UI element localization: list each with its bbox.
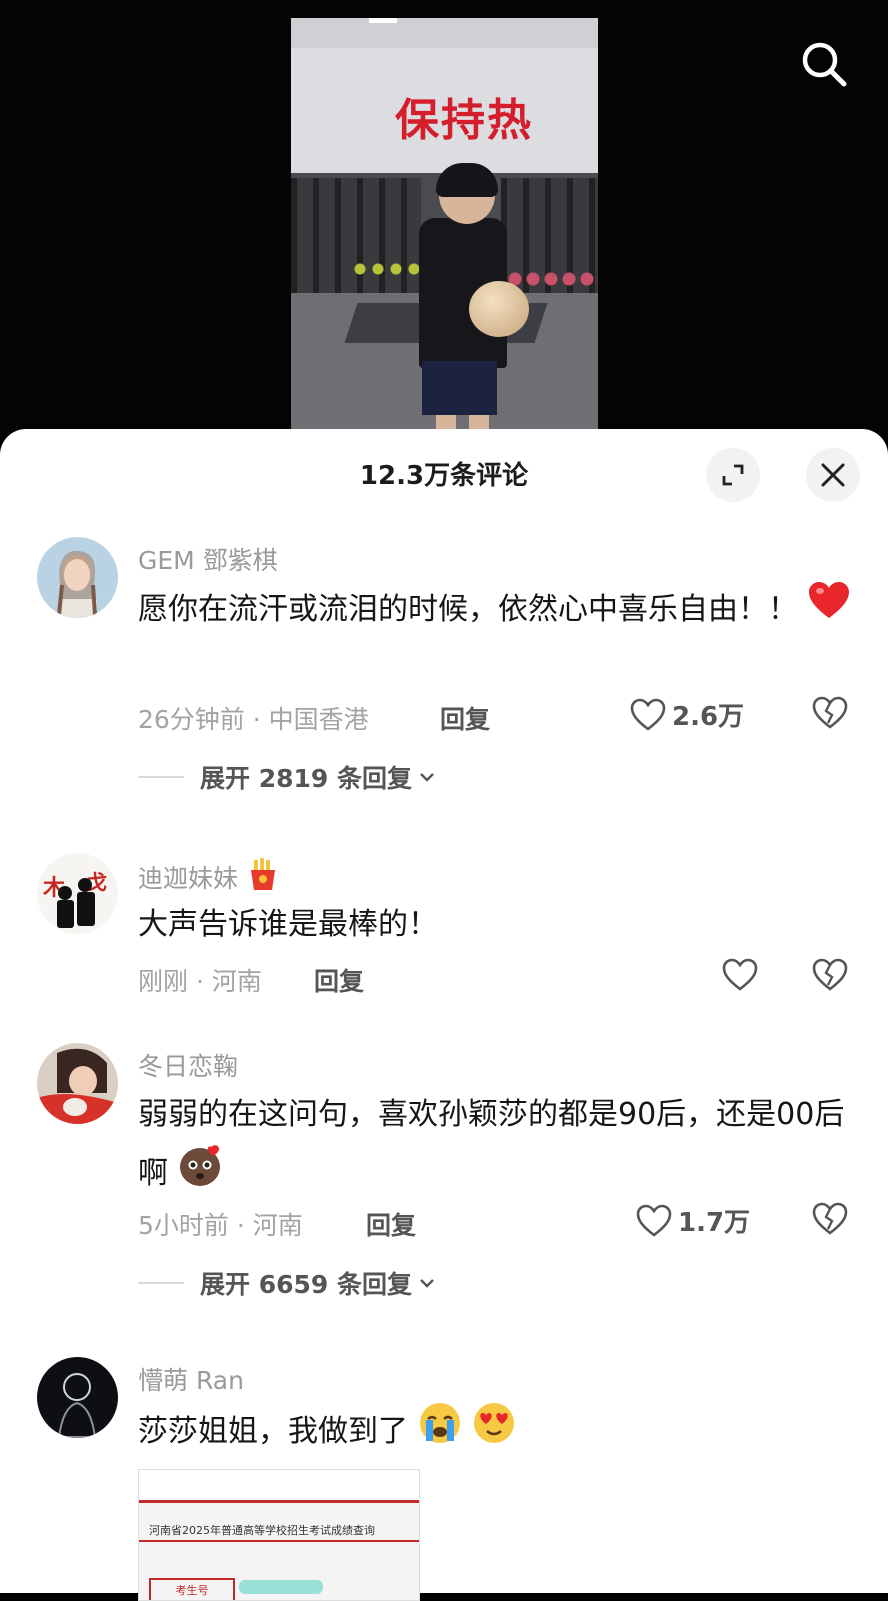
heart-outline-icon: [636, 1204, 672, 1237]
red-heart-icon: [808, 581, 850, 640]
like-button[interactable]: [722, 958, 764, 992]
like-count: 2.6万: [672, 702, 745, 732]
comment-username[interactable]: 懵萌 Ran: [138, 1361, 244, 1397]
like-count: 1.7万: [678, 1208, 751, 1238]
comment-text: 弱弱的在这问句，喜欢孙颖莎的都是90后，还是00后啊: [138, 1087, 858, 1206]
equipment-rack: [291, 178, 421, 298]
comment-meta: 5小时前 · 河南 回复 1.7万: [138, 1202, 858, 1242]
heart-eyes-face-icon: [471, 1401, 517, 1464]
broken-heart-icon: [812, 696, 848, 729]
comment-meta: 26分钟前 · 中国香港 回复 2.6万: [138, 696, 858, 736]
expand-replies-label: 展开 6659 条回复: [200, 1270, 412, 1299]
expand-button[interactable]: [706, 448, 760, 502]
divider-line: [138, 1282, 184, 1284]
person-shorts: [422, 361, 497, 415]
comments-sheet: 12.3万条评论 GEM 鄧紫棋 愿你在流汗或流泪的时候，依然心中喜乐自由！！ …: [0, 429, 888, 1601]
comment-time-location: 5小时前 · 河南: [138, 1211, 303, 1240]
exercise-ball: [469, 281, 529, 337]
avatar-image: [37, 1043, 118, 1124]
dislike-button[interactable]: [812, 958, 848, 998]
expand-replies-button[interactable]: 展开 2819 条回复: [138, 759, 438, 795]
comment-meta: 刚刚 · 河南 回复: [138, 958, 858, 998]
dislike-button[interactable]: [812, 1202, 848, 1242]
redaction-mask: [239, 1580, 323, 1594]
gym-banner: 保持热: [291, 48, 598, 173]
like-button[interactable]: 1.7万: [636, 1202, 750, 1239]
heart-outline-icon: [630, 698, 666, 731]
search-icon: [802, 42, 847, 87]
attachment-field-label: 考生号: [149, 1578, 235, 1600]
attachment-divider: [139, 1540, 419, 1542]
dislike-button[interactable]: [812, 696, 848, 736]
video-thumbnail[interactable]: 保持热: [291, 18, 598, 438]
comment-time-location: 26分钟前 · 中国香港: [138, 705, 369, 734]
avatar-image: [37, 1357, 118, 1438]
close-button[interactable]: [806, 448, 860, 502]
broken-heart-icon: [812, 1202, 848, 1235]
attachment-caption: 河南省2025年普通高等学校招生考试成绩查询: [149, 1524, 375, 1537]
avatar[interactable]: 木 戈: [37, 853, 118, 934]
comment-text: 大声告诉谁是最棒的！: [138, 907, 438, 942]
search-button[interactable]: [798, 38, 852, 92]
comment-text-content: 弱弱的在这问句，喜欢孙颖莎的都是90后，还是00后啊: [138, 1097, 845, 1191]
avatar-image: 木 戈: [37, 853, 118, 934]
like-button[interactable]: 2.6万: [630, 696, 744, 733]
comment-username[interactable]: GEM 鄧紫棋: [138, 541, 278, 577]
heart-outline-icon: [722, 958, 758, 991]
comment-username[interactable]: 冬日恋鞠: [138, 1047, 238, 1083]
expand-replies-button[interactable]: 展开 6659 条回复: [138, 1265, 438, 1301]
avatar[interactable]: [37, 1043, 118, 1124]
avatar[interactable]: [37, 537, 118, 618]
comment-image-attachment[interactable]: 河南省2025年普通高等学校招生考试成绩查询 考生号: [138, 1469, 420, 1601]
expand-icon: [722, 464, 744, 486]
crying-face-icon: [418, 1401, 462, 1464]
reply-button[interactable]: 回复: [440, 700, 490, 736]
comment-text: 莎莎姐姐，我做到了: [138, 1401, 858, 1464]
broken-heart-icon: [812, 958, 848, 991]
banner-text: 保持热: [395, 95, 533, 146]
comment-username[interactable]: 迪迦妹妹: [138, 857, 280, 897]
chevron-down-icon: [420, 1279, 434, 1288]
avatar-image: [37, 537, 118, 618]
video-area[interactable]: 保持热: [0, 0, 888, 440]
chevron-down-icon: [420, 773, 434, 782]
ceiling-light: [369, 18, 397, 23]
comment-text-content: 莎莎姐姐，我做到了: [138, 1414, 408, 1449]
reply-button[interactable]: 回复: [314, 962, 364, 998]
avatar[interactable]: [37, 1357, 118, 1438]
comment-time-location: 刚刚 · 河南: [138, 967, 262, 996]
username-text: 迪迦妹妹: [138, 864, 239, 893]
fries-emoji-icon: [246, 857, 280, 897]
expand-replies-label: 展开 2819 条回复: [200, 764, 412, 793]
comment-text: 愿你在流汗或流泪的时候，依然心中喜乐自由！！: [138, 581, 858, 640]
divider-line: [138, 776, 184, 778]
close-icon: [821, 463, 845, 487]
medicine-balls: [506, 268, 596, 290]
attachment-header: [139, 1470, 419, 1503]
comment-text-content: 愿你在流汗或流泪的时候，依然心中喜乐自由！！: [138, 592, 798, 627]
shy-face-icon: [178, 1143, 224, 1206]
reply-button[interactable]: 回复: [366, 1206, 416, 1242]
